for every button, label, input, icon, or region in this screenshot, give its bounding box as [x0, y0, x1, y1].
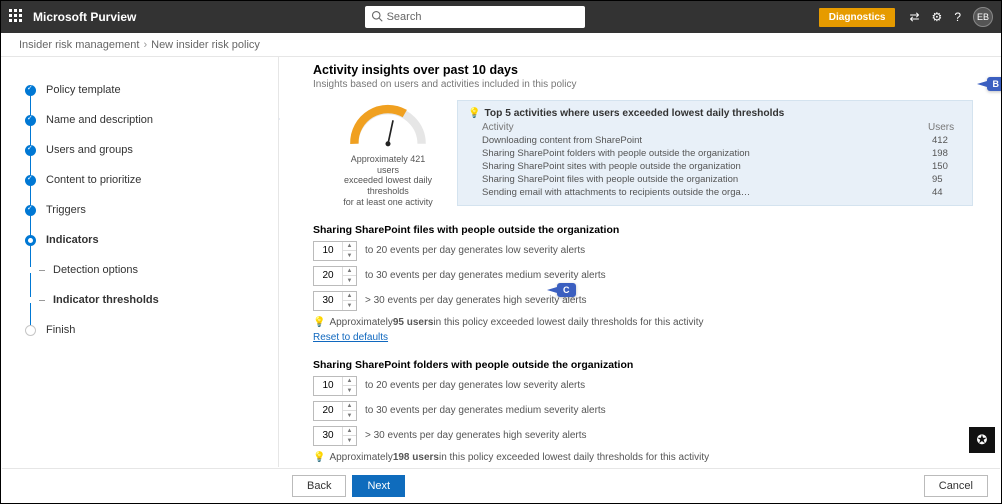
lightbulb-icon: 💡 [313, 452, 325, 463]
chevron-up-icon[interactable]: ▲ [343, 427, 356, 437]
chevron-down-icon[interactable]: ▼ [343, 386, 356, 395]
chevron-down-icon[interactable]: ▼ [343, 276, 356, 285]
step-name-description[interactable]: Name and description [25, 105, 278, 135]
chevron-down-icon[interactable]: ▼ [343, 251, 356, 260]
diagnostics-button[interactable]: Diagnostics [819, 8, 896, 27]
insight-row: 💡Approximately 95 users in this policy e… [313, 317, 973, 328]
breadcrumb-root[interactable]: Insider risk management [19, 39, 139, 51]
search-placeholder: Search [387, 11, 422, 23]
app-launcher-icon[interactable] [9, 9, 25, 25]
wizard-sidebar: Policy template Name and description Use… [1, 57, 279, 467]
chevron-up-icon[interactable]: ▲ [343, 292, 356, 302]
avatar[interactable]: EB [973, 7, 993, 27]
table-row: Sharing SharePoint folders with people o… [482, 147, 962, 160]
settings-icon[interactable]: ⚙ [932, 10, 943, 24]
breadcrumb: Insider risk management › New insider ri… [1, 33, 1001, 57]
breadcrumb-current: New insider risk policy [151, 39, 260, 51]
step-content[interactable]: Content to prioritize [25, 165, 278, 195]
cancel-button[interactable]: Cancel [924, 475, 988, 497]
table-row: Sharing SharePoint files with people out… [482, 173, 962, 186]
content-pane: Activity insights over past 10 days Insi… [279, 57, 1001, 467]
high-threshold-input[interactable]: ▲▼ [313, 426, 357, 446]
step-finish[interactable]: Finish [25, 315, 278, 345]
back-button[interactable]: Back [292, 475, 346, 497]
page-title: Activity insights over past 10 days [313, 63, 973, 77]
table-row: Sharing SharePoint sites with people out… [482, 160, 962, 173]
table-row: Downloading content from SharePoint412 [482, 134, 962, 147]
help-icon[interactable]: ? [954, 10, 961, 24]
top-activities-card: 💡Top 5 activities where users exceeded l… [457, 100, 973, 206]
high-threshold-input[interactable]: ▲▼ [313, 291, 357, 311]
callout-c: C [557, 283, 576, 297]
gauge: Approximately 421 users exceeded lowest … [343, 100, 433, 208]
chevron-down-icon[interactable]: ▼ [343, 436, 356, 445]
chevron-up-icon[interactable]: ▲ [343, 267, 356, 277]
step-indicators[interactable]: Indicators [25, 225, 278, 255]
search-input[interactable]: Search [365, 6, 585, 28]
step-policy-template[interactable]: Policy template [25, 75, 278, 105]
callout-b: B [987, 77, 1002, 91]
feedback-icon[interactable]: ✪ [969, 427, 995, 453]
threshold-section-files: Sharing SharePoint files with people out… [313, 224, 973, 343]
insight-row: 💡Approximately 198 users in this policy … [313, 452, 973, 463]
step-detection-options[interactable]: Detection options [25, 255, 278, 285]
low-threshold-input[interactable]: ▲▼ [313, 376, 357, 396]
share-icon[interactable]: ⇄ [909, 10, 919, 24]
threshold-section-folders: Sharing SharePoint folders with people o… [313, 359, 973, 467]
chevron-up-icon[interactable]: ▲ [343, 402, 356, 412]
chevron-down-icon[interactable]: ▼ [343, 411, 356, 420]
low-threshold-input[interactable]: ▲▼ [313, 241, 357, 261]
chevron-down-icon[interactable]: ▼ [343, 301, 356, 310]
chevron-up-icon[interactable]: ▲ [343, 242, 356, 252]
chevron-right-icon: › [143, 39, 147, 51]
brand: Microsoft Purview [33, 10, 136, 24]
reset-link[interactable]: Reset to defaults [313, 332, 388, 343]
step-indicator-thresholds[interactable]: Indicator thresholds [25, 285, 278, 315]
med-threshold-input[interactable]: ▲▼ [313, 401, 357, 421]
next-button[interactable]: Next [352, 475, 405, 497]
topbar: Microsoft Purview Search Diagnostics ⇄ ⚙… [1, 1, 1001, 33]
page-subtitle: Insights based on users and activities i… [313, 79, 973, 90]
lightbulb-icon: 💡 [313, 317, 325, 328]
table-row: Sending email with attachments to recipi… [482, 186, 962, 199]
med-threshold-input[interactable]: ▲▼ [313, 266, 357, 286]
step-triggers[interactable]: Triggers [25, 195, 278, 225]
step-users-groups[interactable]: Users and groups [25, 135, 278, 165]
footer: Back Next Cancel [2, 468, 1000, 502]
search-icon [371, 10, 383, 25]
chevron-up-icon[interactable]: ▲ [343, 377, 356, 387]
lightbulb-icon: 💡 [468, 108, 480, 119]
